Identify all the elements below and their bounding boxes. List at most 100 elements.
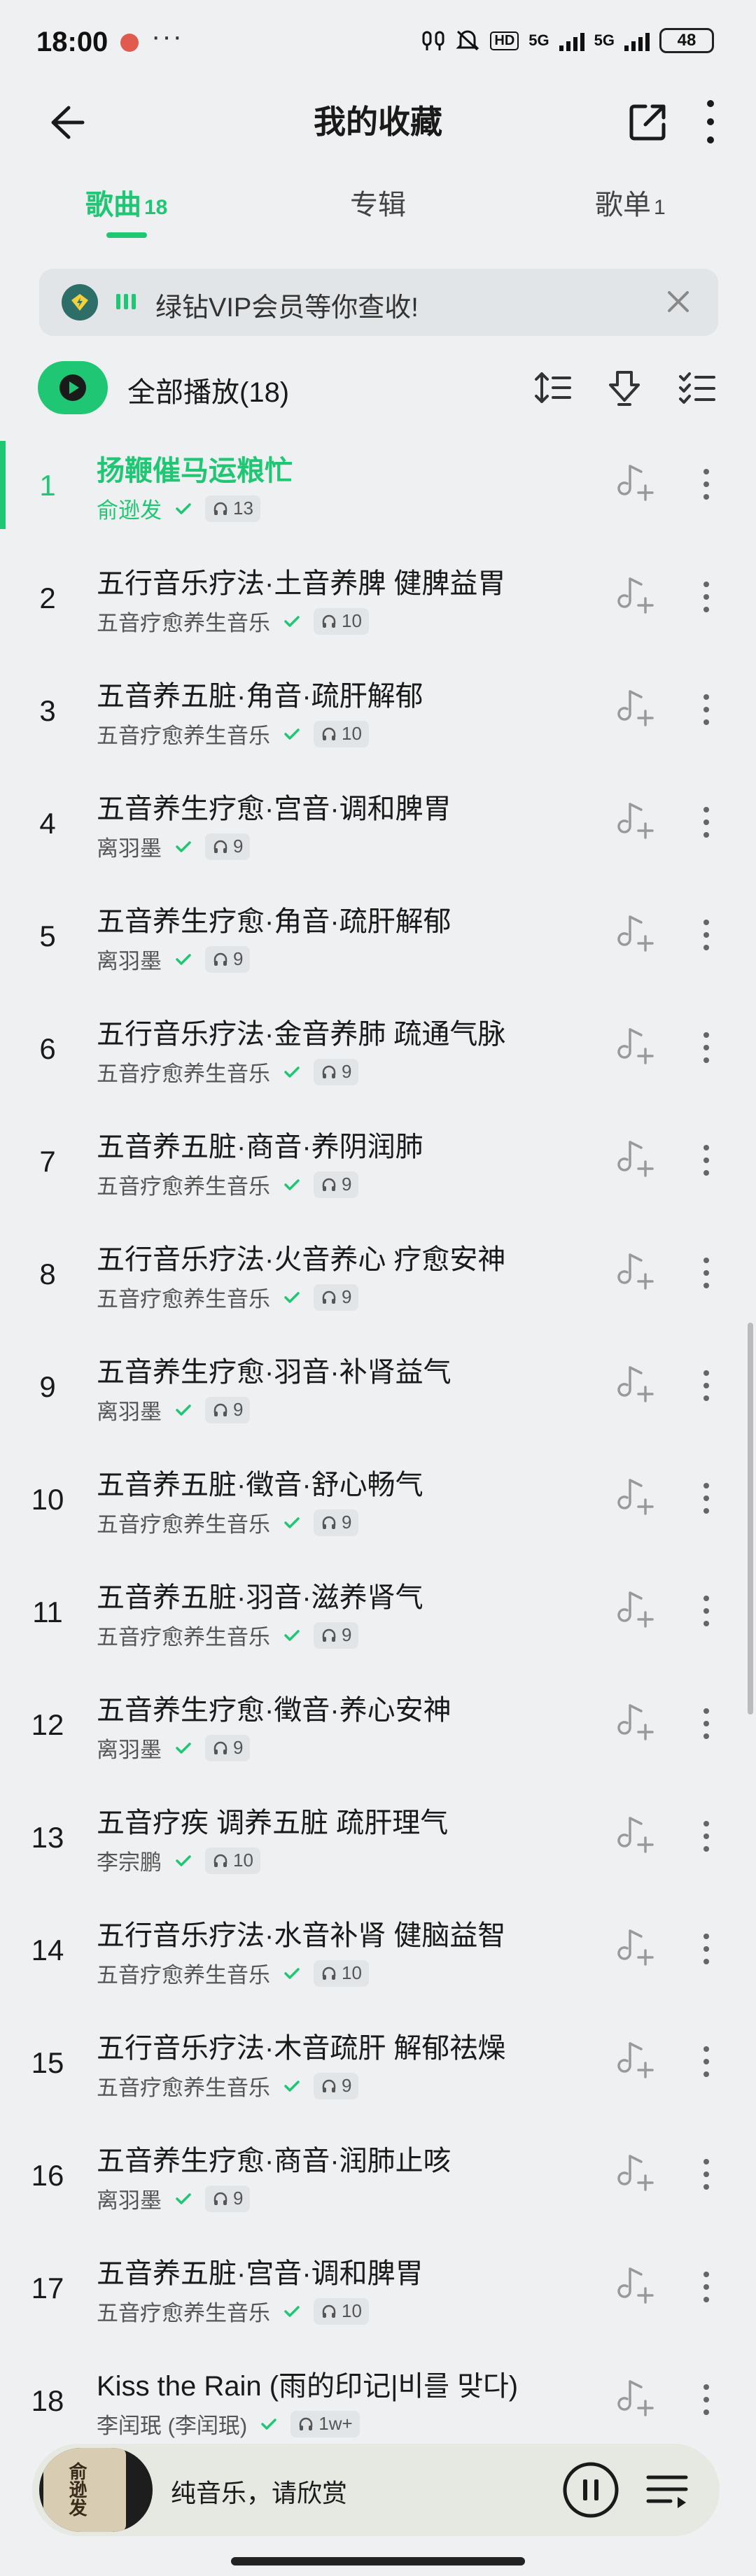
play-count-badge: 9	[314, 2072, 359, 2099]
song-row[interactable]: 7 五音养五脏·商音·养阴润肺 五音疗愈养生音乐 9	[0, 1117, 756, 1230]
mute-icon	[456, 30, 480, 51]
song-more-icon[interactable]	[696, 804, 717, 840]
song-row[interactable]: 10 五音养五脏·徵音·舒心畅气 五音疗愈养生音乐 9	[0, 1455, 756, 1568]
add-to-playlist-icon[interactable]	[613, 2265, 657, 2308]
play-count-badge: 9	[314, 1171, 359, 1198]
song-row[interactable]: 17 五音养五脏·宫音·调和脾胃 五音疗愈养生音乐 10	[0, 2244, 756, 2356]
add-to-playlist-icon[interactable]	[613, 800, 657, 843]
add-to-playlist-icon[interactable]	[613, 1363, 657, 1407]
play-count: 9	[342, 1624, 352, 1645]
more-options-icon[interactable]	[693, 94, 728, 150]
play-all-button[interactable]	[38, 361, 108, 414]
play-count-badge: 9	[314, 1621, 359, 1649]
tab-songs-label: 歌曲	[85, 190, 141, 220]
song-index: 15	[31, 2046, 64, 2079]
song-more-icon[interactable]	[696, 1931, 717, 1967]
song-more-icon[interactable]	[696, 1593, 717, 1629]
song-more-icon[interactable]	[696, 1029, 717, 1066]
song-artist: 五音疗愈养生音乐	[97, 2076, 270, 2100]
song-more-icon[interactable]	[696, 466, 717, 502]
verified-check-icon	[172, 835, 195, 859]
album-art-text: 俞逊发	[66, 2462, 88, 2517]
home-indicator[interactable]	[231, 2557, 525, 2566]
song-artist: 离羽墨	[97, 949, 162, 973]
song-row[interactable]: 1 扬鞭催马运粮忙 俞逊发 13	[0, 441, 756, 554]
song-index: 17	[31, 2272, 64, 2304]
song-index: 10	[31, 1483, 64, 1516]
pause-icon[interactable]	[561, 2461, 620, 2519]
song-row[interactable]: 5 五音养生疗愈·角音·疏肝解郁 离羽墨 9	[0, 892, 756, 1004]
song-artist: 俞逊发	[97, 498, 162, 523]
song-more-icon[interactable]	[696, 2381, 717, 2418]
add-to-playlist-icon[interactable]	[613, 1251, 657, 1294]
song-more-icon[interactable]	[696, 2269, 717, 2305]
add-to-playlist-icon[interactable]	[613, 1025, 657, 1069]
song-row[interactable]: 2 五行音乐疗法·土音养脾 健脾益胃 五音疗愈养生音乐 10	[0, 554, 756, 666]
song-row[interactable]: 4 五音养生疗愈·宫音·调和脾胃 离羽墨 9	[0, 779, 756, 892]
add-to-playlist-icon[interactable]	[613, 2377, 657, 2421]
add-to-playlist-icon[interactable]	[613, 1138, 657, 1181]
headphones-icon	[214, 1403, 227, 1416]
song-more-icon[interactable]	[696, 1142, 717, 1178]
song-more-icon[interactable]	[696, 579, 717, 615]
song-more-icon[interactable]	[696, 2156, 717, 2193]
add-to-playlist-icon[interactable]	[613, 2039, 657, 2083]
tab-albums[interactable]: 专辑	[350, 182, 406, 223]
sort-icon[interactable]	[532, 367, 574, 409]
song-row[interactable]: 16 五音养生疗愈·商音·润肺止咳 离羽墨 9	[0, 2131, 756, 2244]
tab-songs[interactable]: 歌曲 18	[85, 182, 167, 223]
status-time: 18:00	[36, 27, 108, 57]
play-count-badge: 1w+	[290, 2410, 360, 2437]
song-artist: 李闰珉 (李闰珉)	[97, 2414, 248, 2438]
close-icon[interactable]	[661, 284, 696, 319]
tab-playlists[interactable]: 歌单 1	[595, 182, 666, 223]
song-meta: 俞逊发 13	[97, 493, 260, 524]
song-row[interactable]: 13 五音疗疾 调养五脏 疏肝理气 李宗鹏 10	[0, 1793, 756, 1906]
share-icon[interactable]	[623, 98, 672, 147]
song-artist: 五音疗愈养生音乐	[97, 1287, 270, 1311]
song-more-icon[interactable]	[696, 917, 717, 953]
song-row[interactable]: 11 五音养五脏·羽音·滋养肾气 五音疗愈养生音乐 9	[0, 1568, 756, 1680]
song-more-icon[interactable]	[696, 1705, 717, 1742]
multi-select-icon[interactable]	[676, 367, 718, 409]
add-to-playlist-icon[interactable]	[613, 687, 657, 731]
song-more-icon[interactable]	[696, 2043, 717, 2080]
play-all-label[interactable]: 全部播放(18)	[127, 369, 289, 410]
play-count-badge: 9	[205, 2185, 251, 2212]
add-to-playlist-icon[interactable]	[613, 1476, 657, 1519]
song-more-icon[interactable]	[696, 691, 717, 728]
song-row[interactable]: 8 五行音乐疗法·火音养心 疗愈安神 五音疗愈养生音乐 9	[0, 1230, 756, 1342]
add-to-playlist-icon[interactable]	[613, 2152, 657, 2195]
add-to-playlist-icon[interactable]	[613, 913, 657, 956]
song-index: 11	[32, 1596, 63, 1628]
song-meta: 五音疗愈养生音乐 9	[97, 1056, 359, 1088]
add-to-playlist-icon[interactable]	[613, 1927, 657, 1970]
song-more-icon[interactable]	[696, 1255, 717, 1291]
song-row[interactable]: 3 五音养五脏·角音·疏肝解郁 五音疗愈养生音乐 10	[0, 666, 756, 779]
play-count-badge: 10	[205, 1847, 260, 1874]
song-more-icon[interactable]	[696, 1367, 717, 1404]
add-to-playlist-icon[interactable]	[613, 462, 657, 505]
album-cover[interactable]: 俞逊发	[39, 2448, 153, 2532]
song-row[interactable]: 6 五行音乐疗法·金音养肺 疏通气脉 五音疗愈养生音乐 9	[0, 1004, 756, 1117]
add-to-playlist-icon[interactable]	[613, 1814, 657, 1857]
song-row[interactable]: 15 五行音乐疗法·木音疏肝 解郁祛燥 五音疗愈养生音乐 9	[0, 2018, 756, 2131]
song-more-icon[interactable]	[696, 1818, 717, 1854]
add-to-playlist-icon[interactable]	[613, 1589, 657, 1632]
play-count: 10	[233, 1850, 253, 1871]
add-to-playlist-icon[interactable]	[613, 1701, 657, 1745]
song-more-icon[interactable]	[696, 1480, 717, 1516]
song-row[interactable]: 9 五音养生疗愈·羽音·补肾益气 离羽墨 9	[0, 1342, 756, 1455]
mini-player[interactable]: 俞逊发 纯音乐，请欣赏	[32, 2444, 720, 2536]
vip-promo-banner[interactable]: 绿钻VIP会员等你查收!	[39, 269, 718, 336]
download-icon[interactable]	[603, 367, 645, 409]
song-row[interactable]: 12 五音养生疗愈·徵音·养心安神 离羽墨 9	[0, 1680, 756, 1793]
playlist-queue-icon[interactable]	[643, 2465, 692, 2514]
headphones-icon	[214, 1854, 227, 1867]
add-to-playlist-icon[interactable]	[613, 575, 657, 618]
song-row[interactable]: 14 五行音乐疗法·水音补肾 健脑益智 五音疗愈养生音乐 10	[0, 1906, 756, 2018]
scrollbar[interactable]	[748, 1323, 753, 1715]
now-playing-title[interactable]: 纯音乐，请欣赏	[171, 2473, 347, 2510]
verified-check-icon	[172, 1849, 195, 1873]
song-index: 14	[31, 1934, 64, 1966]
